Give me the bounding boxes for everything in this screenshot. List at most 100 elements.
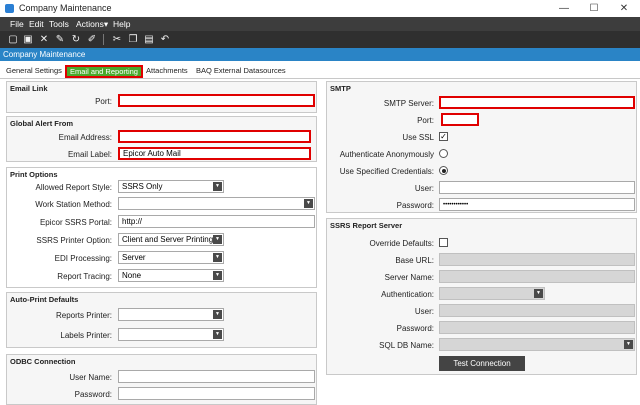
email-label-input[interactable]: Epicor Auto Mail bbox=[118, 147, 311, 160]
menu-help[interactable]: Help bbox=[113, 19, 130, 29]
odbc-username-label: User Name: bbox=[69, 373, 112, 382]
ssrs-title: SSRS Report Server bbox=[330, 221, 403, 230]
chevron-down-icon[interactable]: ▼ bbox=[213, 310, 222, 319]
reports-printer-select[interactable]: ▼ bbox=[118, 308, 224, 321]
ssrs-password-label: Password: bbox=[396, 324, 434, 333]
smtp-title: SMTP bbox=[330, 84, 351, 93]
refresh-icon[interactable]: ↻ bbox=[70, 33, 82, 46]
new-icon[interactable]: ▢ bbox=[7, 33, 19, 46]
smtp-server-input[interactable] bbox=[439, 96, 635, 109]
allowed-report-style-select[interactable]: SSRS Only ▼ bbox=[118, 180, 224, 193]
maximize-button[interactable]: ☐ bbox=[579, 1, 609, 16]
cut-icon[interactable]: ✂ bbox=[111, 33, 123, 46]
work-station-method-select[interactable]: ▼ bbox=[118, 197, 315, 210]
test-connection-button[interactable]: Test Connection bbox=[439, 356, 525, 371]
email-port-input[interactable] bbox=[118, 94, 315, 107]
ssrs-user-label: User: bbox=[414, 307, 434, 316]
sql-db-name-select[interactable]: ▼ bbox=[439, 338, 635, 351]
menu-tools[interactable]: Tools bbox=[49, 19, 69, 29]
allowed-report-style-value: SSRS Only bbox=[122, 182, 163, 191]
smtp-password-label: Password: bbox=[396, 201, 434, 210]
authentication-label: Authentication: bbox=[381, 290, 434, 299]
tab-general-settings[interactable]: General Settings bbox=[3, 65, 65, 78]
authentication-select[interactable]: ▼ bbox=[439, 287, 545, 300]
save-icon[interactable]: ▣ bbox=[22, 33, 34, 46]
smtp-server-label: SMTP Server: bbox=[383, 99, 434, 108]
edi-processing-select[interactable]: Server ▼ bbox=[118, 251, 224, 264]
global-alert-panel: Global Alert From Email Address: Email L… bbox=[6, 116, 317, 162]
override-defaults-checkbox[interactable] bbox=[439, 238, 448, 247]
base-url-label: Base URL: bbox=[395, 256, 434, 265]
copy-icon[interactable]: ❐ bbox=[127, 33, 139, 46]
app-icon bbox=[5, 4, 14, 13]
use-specified-credentials-label: Use Specified Credentials: bbox=[339, 167, 434, 176]
use-ssl-checkbox[interactable]: ✓ bbox=[439, 132, 448, 141]
use-specified-credentials-radio[interactable] bbox=[439, 166, 448, 175]
odbc-password-input[interactable] bbox=[118, 387, 315, 400]
tab-baq-external-datasources[interactable]: BAQ External Datasources bbox=[193, 65, 289, 78]
use-ssl-label: Use SSL bbox=[402, 133, 434, 142]
clear-icon[interactable]: ✎ bbox=[54, 33, 66, 46]
smtp-panel: SMTP SMTP Server: Port: Use SSL ✓ Authen… bbox=[326, 81, 637, 213]
minimize-button[interactable]: — bbox=[549, 1, 579, 16]
toolbar-divider bbox=[103, 34, 104, 45]
toolbar: ▢ ▣ ✕ ✎ ↻ ✐ ✂ ❐ ▤ ↶ bbox=[0, 31, 640, 48]
ssrs-portal-input[interactable]: http:// bbox=[118, 215, 315, 228]
authenticate-anonymously-label: Authenticate Anonymously bbox=[339, 150, 434, 159]
chevron-down-icon[interactable]: ▼ bbox=[534, 289, 543, 298]
base-url-input[interactable] bbox=[439, 253, 635, 266]
tab-email-and-reporting[interactable]: Email and Reporting bbox=[65, 65, 143, 78]
chevron-down-icon[interactable]: ▼ bbox=[213, 182, 222, 191]
title-bar: Company Maintenance — ☐ ✕ bbox=[0, 0, 640, 17]
work-station-method-label: Work Station Method: bbox=[35, 200, 112, 209]
menu-bar: File Edit Tools Actions▾ Help bbox=[0, 17, 640, 31]
edi-processing-label: EDI Processing: bbox=[54, 254, 112, 263]
menu-actions[interactable]: Actions▾ bbox=[76, 19, 108, 30]
tab-attachments[interactable]: Attachments bbox=[143, 65, 191, 78]
chevron-down-icon[interactable]: ▼ bbox=[304, 199, 313, 208]
attach-icon[interactable]: ✐ bbox=[86, 33, 98, 46]
smtp-user-label: User: bbox=[414, 184, 434, 193]
labels-printer-select[interactable]: ▼ bbox=[118, 328, 224, 341]
email-label-label: Email Label: bbox=[67, 150, 112, 159]
ssrs-printer-option-select[interactable]: Client and Server Printing ▼ bbox=[118, 233, 224, 246]
email-address-input[interactable] bbox=[118, 130, 311, 143]
edi-processing-value: Server bbox=[122, 253, 146, 262]
server-name-input[interactable] bbox=[439, 270, 635, 283]
paste-icon[interactable]: ▤ bbox=[143, 33, 155, 46]
report-tracing-value: None bbox=[122, 271, 142, 280]
email-address-label: Email Address: bbox=[58, 133, 112, 142]
ssrs-printer-option-label: SSRS Printer Option: bbox=[36, 236, 112, 245]
auto-print-title: Auto-Print Defaults bbox=[10, 295, 79, 304]
server-name-label: Server Name: bbox=[384, 273, 434, 282]
authenticate-anonymously-radio[interactable] bbox=[439, 149, 448, 158]
window-title: Company Maintenance bbox=[19, 3, 112, 13]
report-tracing-select[interactable]: None ▼ bbox=[118, 269, 224, 282]
smtp-port-input[interactable] bbox=[441, 113, 479, 126]
menu-edit[interactable]: Edit bbox=[29, 19, 44, 29]
undo-icon[interactable]: ↶ bbox=[159, 33, 171, 46]
form-header: Company Maintenance bbox=[0, 48, 640, 61]
odbc-username-input[interactable] bbox=[118, 370, 315, 383]
odbc-password-label: Password: bbox=[74, 390, 112, 399]
report-tracing-label: Report Tracing: bbox=[57, 272, 112, 281]
auto-print-panel: Auto-Print Defaults Reports Printer: ▼ L… bbox=[6, 292, 317, 348]
ssrs-user-input[interactable] bbox=[439, 304, 635, 317]
chevron-down-icon[interactable]: ▼ bbox=[213, 330, 222, 339]
chevron-down-icon[interactable]: ▼ bbox=[624, 340, 633, 349]
chevron-down-icon[interactable]: ▼ bbox=[213, 235, 222, 244]
chevron-down-icon[interactable]: ▼ bbox=[213, 253, 222, 262]
print-options-panel: Print Options Allowed Report Style: SSRS… bbox=[6, 167, 317, 288]
odbc-panel: ODBC Connection User Name: Password: bbox=[6, 354, 317, 405]
close-button[interactable]: ✕ bbox=[609, 1, 639, 16]
menu-file[interactable]: File bbox=[10, 19, 24, 29]
smtp-user-input[interactable] bbox=[439, 181, 635, 194]
ssrs-password-input[interactable] bbox=[439, 321, 635, 334]
delete-icon[interactable]: ✕ bbox=[38, 33, 50, 46]
odbc-title: ODBC Connection bbox=[10, 357, 76, 366]
smtp-password-input[interactable]: •••••••••••• bbox=[439, 198, 635, 211]
smtp-port-label: Port: bbox=[417, 116, 434, 125]
chevron-down-icon[interactable]: ▼ bbox=[213, 271, 222, 280]
ssrs-portal-label: Epicor SSRS Portal: bbox=[39, 218, 112, 227]
email-port-label: Port: bbox=[95, 97, 112, 106]
